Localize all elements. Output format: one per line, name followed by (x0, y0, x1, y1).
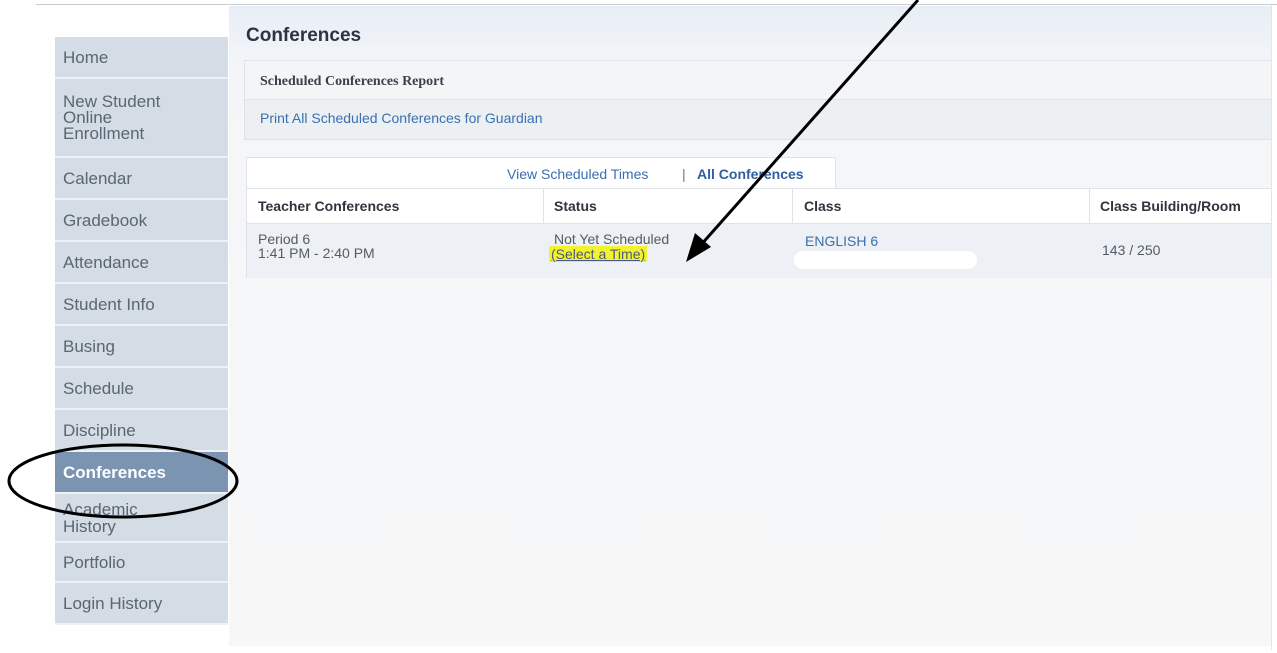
tab-separator: | (682, 166, 686, 182)
right-border (1271, 5, 1272, 650)
tab-all-conferences[interactable]: All Conferences (697, 166, 804, 182)
status-text: Not Yet Scheduled (554, 231, 670, 247)
report-header: Scheduled Conferences Report (245, 61, 1271, 100)
sidebar-item-login-history[interactable]: Login History (55, 583, 228, 625)
sidebar-item-label: Student Info (63, 294, 155, 314)
sidebar-nav: Home New Student Online Enrollment Calen… (55, 37, 228, 625)
sidebar-item-label: Discipline (63, 420, 136, 440)
top-border (36, 4, 1277, 5)
sidebar-item-label: Home (63, 47, 109, 67)
class-link[interactable]: ENGLISH 6 (805, 233, 878, 249)
sidebar-item-busing[interactable]: Busing (55, 326, 228, 368)
sidebar-item-academic-history[interactable]: Academic History (55, 494, 228, 543)
sidebar-item-label: Gradebook (63, 210, 148, 230)
sidebar-item-label: Attendance (63, 252, 150, 272)
sidebar-item-label: Conferences (63, 462, 166, 482)
print-all-conferences-link[interactable]: Print All Scheduled Conferences for Guar… (260, 110, 543, 126)
sidebar-item-new-student-online-enrollment[interactable]: New Student Online Enrollment (55, 79, 228, 158)
sidebar-item-portfolio[interactable]: Portfolio (55, 543, 228, 583)
redacted-field (794, 251, 977, 269)
sidebar-item-label: Portfolio (63, 552, 126, 572)
table-header: Teacher Conferences Status Class Class B… (247, 189, 1271, 224)
time-text: 1:41 PM - 2:40 PM (258, 245, 375, 261)
page-title: Conferences (246, 25, 362, 46)
sidebar-item-calendar[interactable]: Calendar (55, 158, 228, 200)
select-a-time-link[interactable]: (Select a Time) (549, 246, 648, 262)
header-status: Status (554, 198, 597, 214)
conference-tabs: View Scheduled Times | All Conferences (246, 157, 836, 188)
report-title: Scheduled Conferences Report (260, 74, 445, 89)
room-text: 143 / 250 (1102, 242, 1161, 258)
report-panel: Scheduled Conferences Report Print All S… (244, 60, 1271, 140)
sidebar-item-conferences[interactable]: Conferences (55, 452, 228, 494)
sidebar-item-schedule[interactable]: Schedule (55, 368, 228, 410)
conferences-table: Teacher Conferences Status Class Class B… (246, 188, 1271, 278)
header-class-building-room: Class Building/Room (1100, 198, 1241, 214)
sidebar-item-student-info[interactable]: Student Info (55, 284, 228, 326)
sidebar-item-gradebook[interactable]: Gradebook (55, 200, 228, 242)
sidebar-item-attendance[interactable]: Attendance (55, 242, 228, 284)
sidebar-item-home[interactable]: Home (55, 37, 228, 79)
sidebar-item-label: Busing (63, 336, 115, 356)
header-teacher-conferences: Teacher Conferences (258, 198, 400, 214)
tab-view-scheduled-times[interactable]: View Scheduled Times (507, 166, 648, 182)
sidebar-item-discipline[interactable]: Discipline (55, 410, 228, 452)
sidebar-item-label: Schedule (63, 378, 134, 398)
sidebar-item-label: New Student Online Enrollment (63, 91, 161, 143)
table-row: Period 6 1:41 PM - 2:40 PM Not Yet Sched… (247, 224, 1271, 278)
header-class: Class (804, 198, 842, 214)
sidebar-item-label: Academic History (63, 499, 138, 536)
sidebar-item-label: Calendar (63, 168, 132, 188)
sidebar-item-label: Login History (63, 593, 163, 613)
